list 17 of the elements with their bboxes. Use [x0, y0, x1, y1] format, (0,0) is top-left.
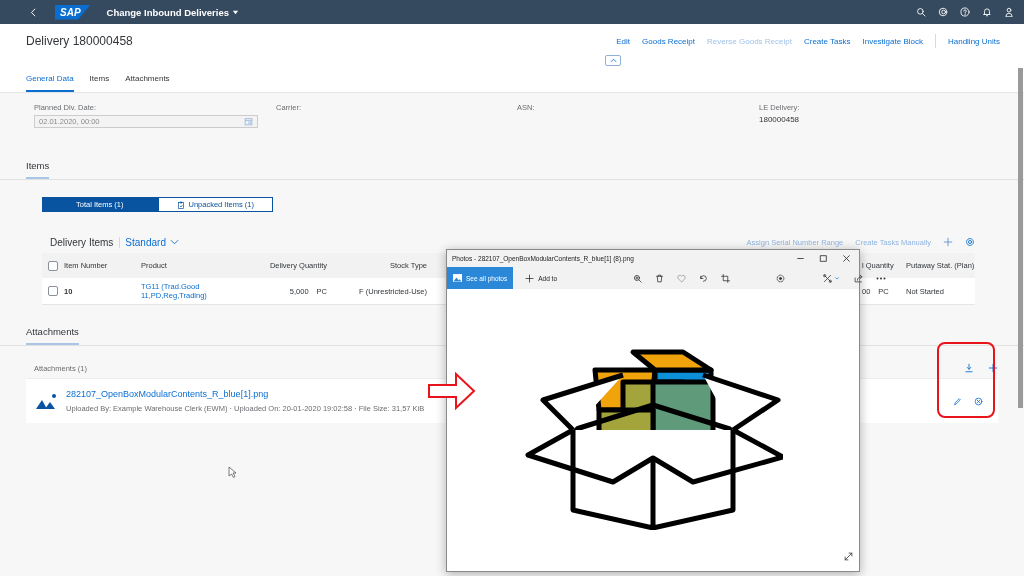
header-action[interactable]: Create Tasks — [803, 36, 851, 46]
app-title-menu[interactable]: Change Inbound Deliveries — [106, 6, 240, 18]
header-action[interactable]: Handling Units — [947, 36, 1000, 46]
tab[interactable]: Items — [89, 66, 110, 92]
table-title: Delivery Items — [50, 236, 114, 248]
section-title: Items — [26, 160, 50, 179]
page-title: Delivery 180000458 — [26, 34, 133, 48]
field-value: 180000458 — [759, 115, 801, 124]
section-title: Attachments — [26, 326, 79, 345]
tab[interactable]: General Data — [26, 66, 74, 92]
header-action[interactable]: Investigate Block — [862, 36, 923, 46]
header-action[interactable]: Edit — [616, 36, 631, 46]
file-name-link[interactable]: 282107_OpenBoxModularContents_R_blue[1].png — [66, 389, 425, 399]
variant-selector[interactable]: Standard — [119, 236, 179, 248]
header-action[interactable]: Goods Receipt — [642, 36, 695, 46]
logo[interactable]: SAP — [55, 4, 91, 20]
tab[interactable]: Attachments — [125, 66, 170, 92]
